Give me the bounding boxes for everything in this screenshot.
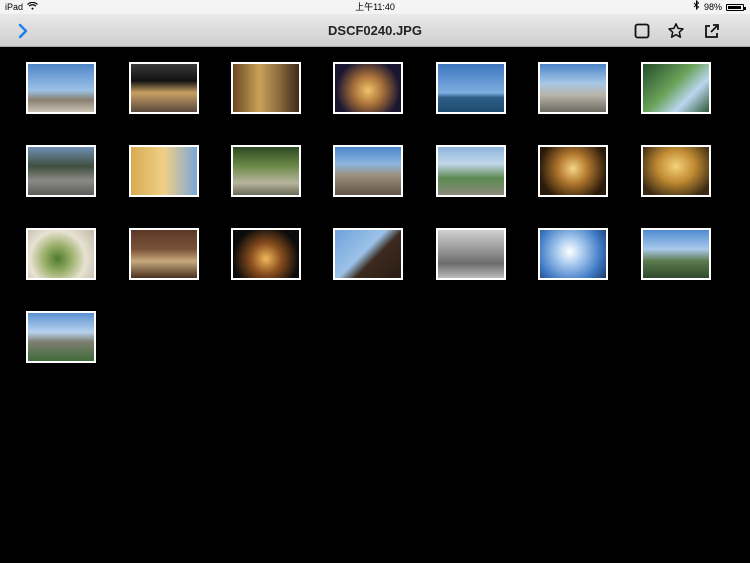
- photo-mountain-peak: [643, 230, 709, 278]
- photo-night-pavilion: [233, 230, 299, 278]
- photo-thumbnail[interactable]: [26, 311, 96, 363]
- photo-coastal-town: [438, 147, 504, 195]
- photo-thumbnail[interactable]: [129, 228, 199, 280]
- photo-thumbnail[interactable]: [231, 62, 301, 114]
- photo-temple-roof: [335, 230, 401, 278]
- status-time: 上午11:40: [355, 2, 395, 12]
- photo-stone-steps: [28, 147, 94, 195]
- photo-walkway: [540, 64, 606, 112]
- photo-thumbnail[interactable]: [538, 228, 608, 280]
- photo-thumbnail[interactable]: [26, 228, 96, 280]
- photo-yellow-house: [131, 147, 197, 195]
- navigation-bar: DSCF0240.JPG: [0, 14, 750, 47]
- photo-thumbnail[interactable]: [436, 62, 506, 114]
- photo-thumbnail[interactable]: [26, 145, 96, 197]
- photo-statue-sky: [28, 64, 94, 112]
- photo-thumbnail[interactable]: [538, 62, 608, 114]
- photo-city-water: [438, 64, 504, 112]
- photo-cloudy-sky: [540, 230, 606, 278]
- photo-restaurant-lights: [643, 147, 709, 195]
- photo-thumbnail[interactable]: [129, 62, 199, 114]
- photo-bw-crowd: [438, 230, 504, 278]
- photo-thumbnail[interactable]: [231, 145, 301, 197]
- battery-percent: 98%: [703, 2, 722, 12]
- photo-thumbnail[interactable]: [333, 228, 403, 280]
- photo-thumbnail[interactable]: [436, 228, 506, 280]
- photo-food-plate: [28, 230, 94, 278]
- photo-lanterns: [540, 147, 606, 195]
- photo-thumbnail[interactable]: [436, 145, 506, 197]
- photo-shop-front: [131, 64, 197, 112]
- battery-icon: [726, 3, 746, 11]
- photo-thumbnail[interactable]: [129, 145, 199, 197]
- photo-thumbnail[interactable]: [231, 228, 301, 280]
- photo-thumbnail[interactable]: [641, 62, 711, 114]
- photo-shop-signs: [131, 230, 197, 278]
- photo-thumbnail[interactable]: [26, 62, 96, 114]
- photo-thumbnail[interactable]: [641, 228, 711, 280]
- photo-thumbnail[interactable]: [333, 62, 403, 114]
- photo-old-mansion: [335, 147, 401, 195]
- status-bar: iPad 上午11:40 98%: [0, 0, 750, 14]
- photo-night-building: [335, 64, 401, 112]
- status-right: 98%: [693, 0, 746, 14]
- photo-street-lamp: [233, 64, 299, 112]
- photo-thumbnail[interactable]: [538, 145, 608, 197]
- photo-thumbnail[interactable]: [641, 145, 711, 197]
- photo-thumbnail[interactable]: [333, 145, 403, 197]
- bluetooth-icon: [693, 0, 700, 14]
- photo-cliffs-valley: [28, 313, 94, 361]
- photo-tree-tunnel: [233, 147, 299, 195]
- select-square-icon[interactable]: [633, 22, 651, 40]
- share-icon[interactable]: [703, 22, 721, 40]
- photo-grid: [0, 48, 750, 563]
- photo-trees-building: [643, 64, 709, 112]
- star-icon[interactable]: [667, 22, 685, 40]
